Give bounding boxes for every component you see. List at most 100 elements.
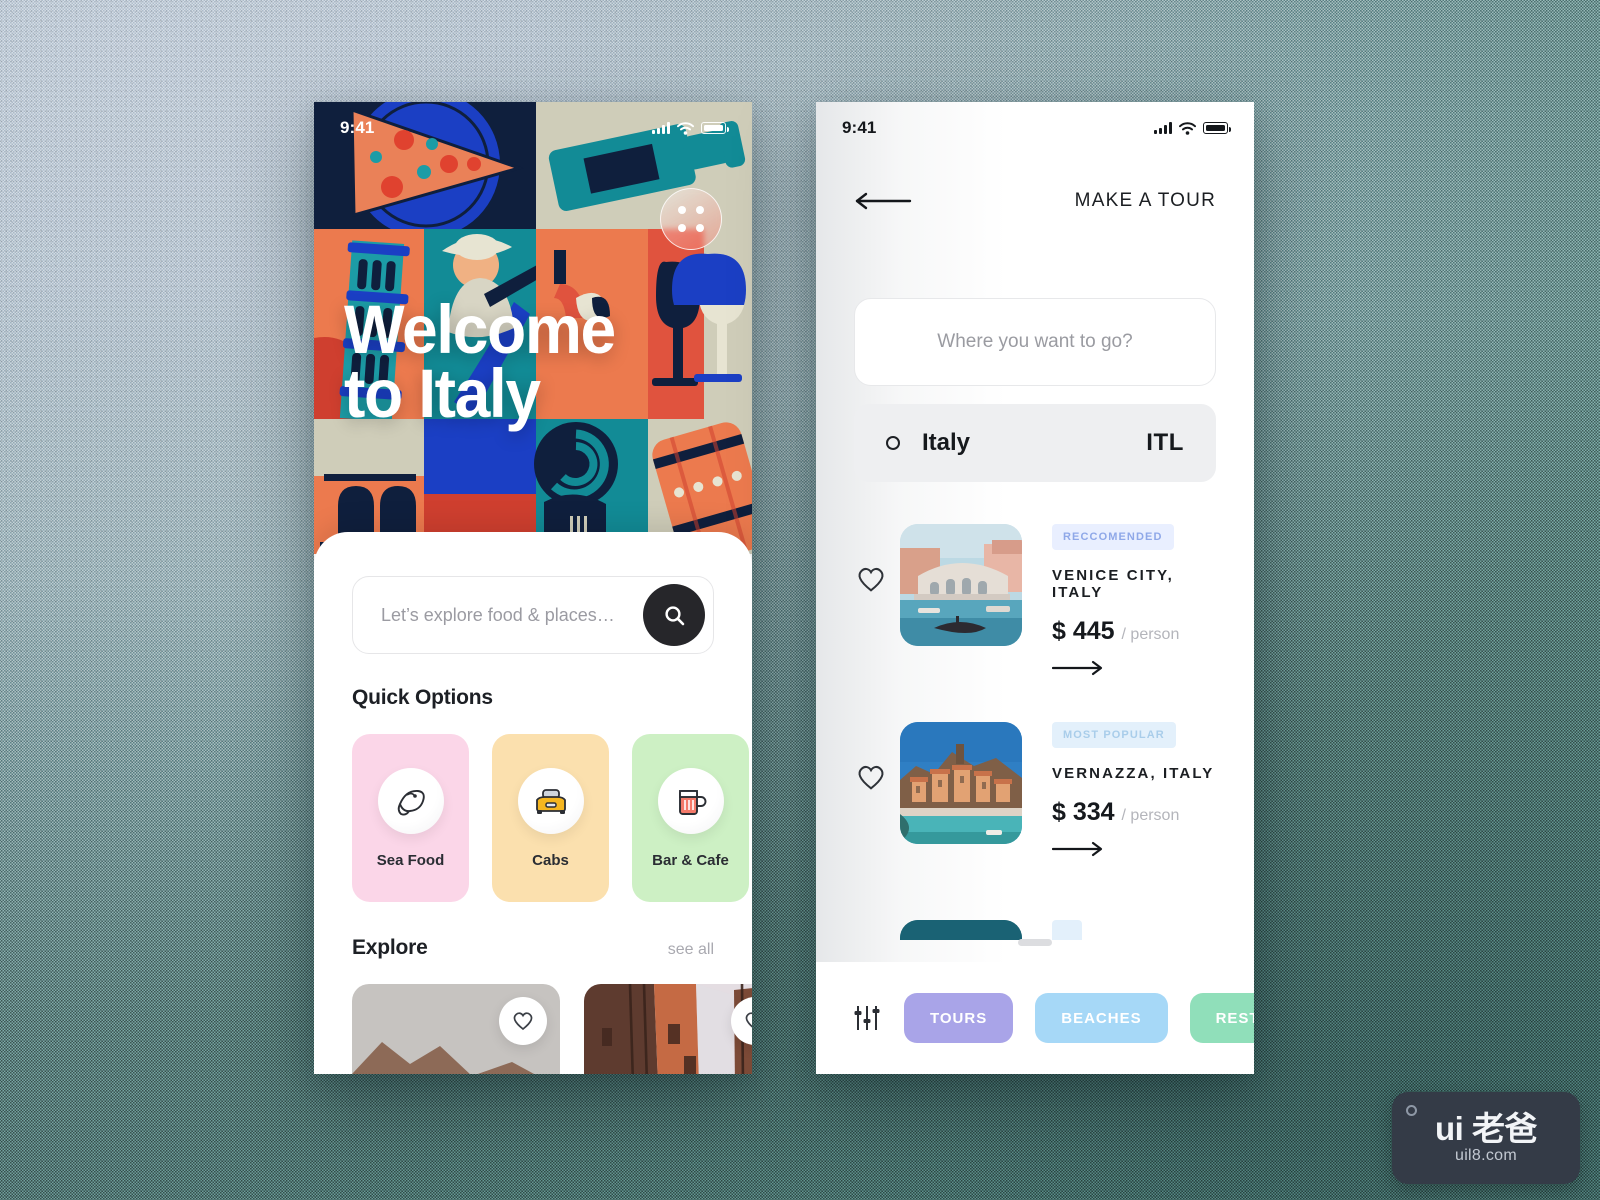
right-phone-mockup: 9:41 MAKE A TOUR Where you want to go? I…: [816, 102, 1254, 1074]
status-time: 9:41: [842, 118, 877, 137]
filter-pill-tours[interactable]: TOURS: [904, 993, 1014, 1043]
explore-card-cliffside-village[interactable]: [352, 984, 560, 1074]
background-canvas: [0, 0, 1600, 1200]
favorite-button[interactable]: [856, 566, 890, 598]
price-unit: / person: [1121, 807, 1180, 824]
signal-bars-icon: [1154, 122, 1172, 134]
listing-thumbnail[interactable]: [900, 524, 1022, 646]
explore-cards-row: [352, 984, 752, 1074]
see-all-link[interactable]: see all: [668, 941, 714, 959]
explore-title: Explore: [352, 936, 428, 959]
watermark-url: uil8.com: [1455, 1146, 1517, 1164]
destination-field[interactable]: [854, 298, 1216, 386]
price-amount: 334: [1072, 798, 1115, 826]
country-code: ITL: [1146, 429, 1184, 456]
grid-dots-icon: [695, 223, 704, 232]
watermark-title: ui 老爸: [1435, 1109, 1538, 1147]
right-header: MAKE A TOUR: [854, 180, 1216, 222]
filter-pill-beaches[interactable]: BEACHES: [1035, 993, 1168, 1043]
sliders-icon-wrap[interactable]: [852, 1003, 882, 1033]
price-amount: 445: [1072, 617, 1115, 645]
grid-dots-icon: [695, 206, 704, 215]
battery-icon: [1203, 122, 1231, 134]
quick-option-label: Cabs: [532, 851, 569, 869]
price-unit: / person: [1121, 626, 1180, 643]
content-sheet: Quick Options Sea Food: [314, 532, 752, 1074]
listing-place: VENICE CITY, ITALY: [1052, 567, 1174, 601]
right-status-bar: 9:41: [816, 102, 1254, 154]
quick-option-label: Bar & Cafe: [652, 851, 729, 869]
search-bar[interactable]: [352, 576, 714, 654]
price-currency: $: [1052, 798, 1066, 826]
status-badge: RECCOMENDED: [1052, 524, 1174, 550]
heart-outline-icon: [858, 765, 884, 790]
beer-mug-icon: [678, 789, 706, 815]
menu-grid-button[interactable]: [660, 188, 722, 250]
battery-icon: [701, 122, 729, 134]
screen-title: MAKE A TOUR: [1074, 190, 1216, 211]
status-badge: X: [1052, 920, 1083, 940]
signal-bars-icon: [652, 122, 670, 134]
search-button[interactable]: [643, 584, 705, 646]
price-currency: $: [1052, 617, 1066, 645]
hero-line-2: to Italy: [344, 355, 541, 433]
wifi-icon: [677, 121, 694, 135]
watermark: ui 老爸 uil8.com: [1392, 1092, 1580, 1184]
back-arrow-icon: [855, 192, 912, 210]
beer-mug-icon-wrap: [657, 767, 724, 834]
quick-options-title: Quick Options: [352, 686, 493, 709]
wifi-icon: [1179, 121, 1196, 135]
scroll-indicator[interactable]: [1018, 939, 1052, 946]
listing-price: $ 445 / person: [1052, 617, 1216, 646]
filter-pill-restaurants[interactable]: RESTAURANTS: [1189, 993, 1254, 1043]
favorite-button[interactable]: [499, 997, 547, 1045]
sliders-icon: [854, 1006, 880, 1030]
search-input[interactable]: [381, 604, 643, 626]
hero-line-1: Welcome: [344, 291, 616, 368]
favorite-button[interactable]: [856, 764, 890, 796]
bottom-filter-bar: TOURS BEACHES RESTAURANTS: [816, 962, 1254, 1074]
listing-thumbnail[interactable]: [900, 920, 1022, 940]
page-title: Welcome to Italy: [344, 291, 616, 433]
search-icon: [664, 605, 684, 625]
grid-dots-icon: [678, 206, 687, 215]
left-status-bar: 9:41: [314, 102, 752, 154]
listing-info: RECCOMENDED VENICE CITY, ITALY $ 445 / p…: [1051, 504, 1216, 676]
listing-info: MOST POPULAR VERNAZZA, ITALY $ 334 / per…: [1051, 702, 1215, 857]
status-time: 9:41: [340, 118, 375, 137]
grid-dots-icon: [678, 223, 687, 232]
quick-option-sea-food[interactable]: Sea Food: [352, 734, 469, 902]
listing-thumbnail[interactable]: [900, 722, 1022, 844]
fish-icon-wrap: [377, 767, 444, 834]
taxi-icon-wrap: [517, 767, 584, 834]
quick-option-bar-cafe[interactable]: Bar & Cafe: [632, 734, 749, 902]
heart-outline-icon: [858, 567, 884, 592]
listing-item[interactable]: X: [816, 900, 1254, 940]
hero-illustration: 9:41 Welcome to Italy: [314, 102, 752, 554]
circle-marker-icon: [886, 436, 900, 450]
quick-option-label: Sea Food: [376, 851, 445, 869]
fish-icon: [397, 789, 425, 816]
listing-go-button[interactable]: [1051, 841, 1104, 857]
quick-options-section: Quick Options Sea Food Cabs Bar & Cafe: [352, 686, 749, 902]
taxi-icon: [535, 788, 566, 814]
listing-go-button[interactable]: [1051, 660, 1104, 676]
quick-options-row: Sea Food Cabs Bar & Cafe: [352, 734, 749, 902]
listing-list: RECCOMENDED VENICE CITY, ITALY $ 445 / p…: [816, 504, 1254, 956]
listing-price: $ 334 / person: [1052, 798, 1214, 827]
left-phone-mockup: 9:41 Welcome to Italy Let’s explore food…: [314, 102, 752, 1074]
country-row[interactable]: Italy ITL: [854, 404, 1216, 482]
explore-section: Explore see all: [352, 936, 752, 1074]
arrow-right-icon: [1051, 841, 1103, 857]
country-name: Italy: [922, 429, 971, 456]
listing-item[interactable]: RECCOMENDED VENICE CITY, ITALY $ 445 / p…: [816, 504, 1254, 702]
watermark-hole-icon: [1406, 1105, 1417, 1116]
quick-option-cabs[interactable]: Cabs: [492, 734, 609, 902]
explore-card-narrow-street[interactable]: [584, 984, 752, 1074]
heart-outline-icon: [745, 1012, 752, 1028]
heart-outline-icon: [513, 1012, 533, 1031]
listing-item[interactable]: MOST POPULAR VERNAZZA, ITALY $ 334 / per…: [816, 702, 1254, 900]
back-button[interactable]: [854, 190, 912, 212]
listing-place: VERNAZZA, ITALY: [1052, 765, 1215, 782]
destination-input[interactable]: [855, 331, 1215, 353]
